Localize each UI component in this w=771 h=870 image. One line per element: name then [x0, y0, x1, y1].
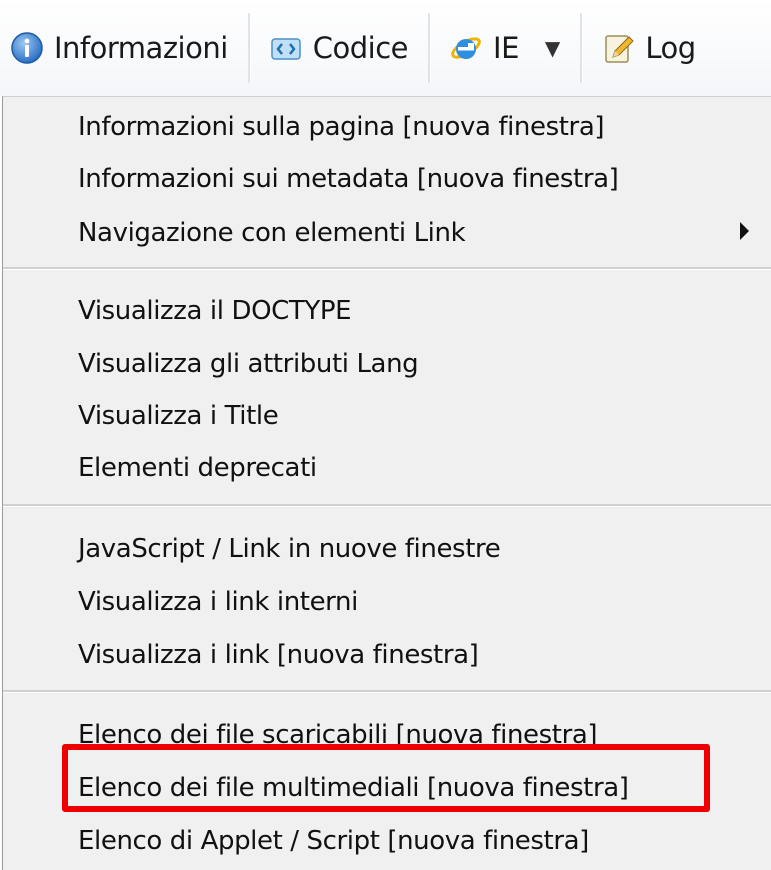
toolbar-separator: [247, 13, 251, 83]
notepad-icon: [605, 35, 635, 63]
info-icon: [11, 32, 43, 64]
log-label: Log: [645, 31, 696, 65]
toolbar: Informazioni Codice IE ▼ Log: [0, 0, 771, 96]
menu-item-label: Visualizza i link [nuova finestra]: [78, 640, 479, 670]
code-icon: [271, 38, 301, 60]
menu-item-label: Elenco di Applet / Script [nuova finestr…: [78, 826, 589, 856]
menu-item-label: Visualizza il DOCTYPE: [78, 296, 352, 326]
submenu-arrow-icon: [740, 222, 749, 240]
menu-item-internal-links[interactable]: Visualizza i link interni: [3, 576, 771, 628]
informazioni-label: Informazioni: [54, 31, 228, 65]
menu-item-page-info[interactable]: Informazioni sulla pagina [nuova finestr…: [3, 101, 771, 153]
menu-item-link-navigation[interactable]: Navigazione con elementi Link: [3, 207, 771, 259]
menu-separator: [3, 690, 771, 693]
menu-separator: [3, 504, 771, 507]
ie-icon: [451, 37, 481, 59]
menu-item-label: Visualizza gli attributi Lang: [78, 349, 419, 379]
ie-label: IE: [493, 31, 519, 65]
log-button[interactable]: Log: [591, 13, 707, 83]
menu-separator: [3, 267, 771, 270]
menu-item-deprecated-elements[interactable]: Elementi deprecati: [3, 442, 771, 494]
menu-item-label: JavaScript / Link in nuove finestre: [78, 534, 501, 564]
menu-item-javascript-links[interactable]: JavaScript / Link in nuove finestre: [3, 523, 771, 575]
menu-item-lang-attributes[interactable]: Visualizza gli attributi Lang: [3, 338, 771, 390]
codice-button[interactable]: Codice: [259, 13, 420, 83]
toolbar-separator: [428, 13, 432, 83]
menu-item-label: Visualizza i link interni: [78, 587, 358, 617]
codice-label: Codice: [312, 31, 409, 65]
menu-item-applets-scripts[interactable]: Elenco di Applet / Script [nuova finestr…: [3, 815, 771, 867]
menu-item-label: Informazioni sulla pagina [nuova finestr…: [78, 112, 605, 142]
menu-item-label: Elementi deprecati: [78, 453, 317, 483]
menu-item-label: Informazioni sui metadata [nuova finestr…: [78, 164, 619, 194]
highlight-box: [62, 744, 710, 812]
ie-button[interactable]: IE ▼: [439, 13, 572, 83]
menu-item-label: Visualizza i Title: [78, 401, 279, 431]
menu-item-metadata-info[interactable]: Informazioni sui metadata [nuova finestr…: [3, 153, 771, 205]
menu-item-doctype[interactable]: Visualizza il DOCTYPE: [3, 285, 771, 337]
menu-item-titles[interactable]: Visualizza i Title: [3, 390, 771, 442]
menu-item-links[interactable]: Visualizza i link [nuova finestra]: [3, 629, 771, 681]
menu-item-label: Navigazione con elementi Link: [78, 218, 466, 248]
toolbar-separator: [580, 13, 584, 83]
chevron-down-icon[interactable]: ▼: [545, 36, 560, 60]
informazioni-button[interactable]: Informazioni: [0, 13, 240, 83]
